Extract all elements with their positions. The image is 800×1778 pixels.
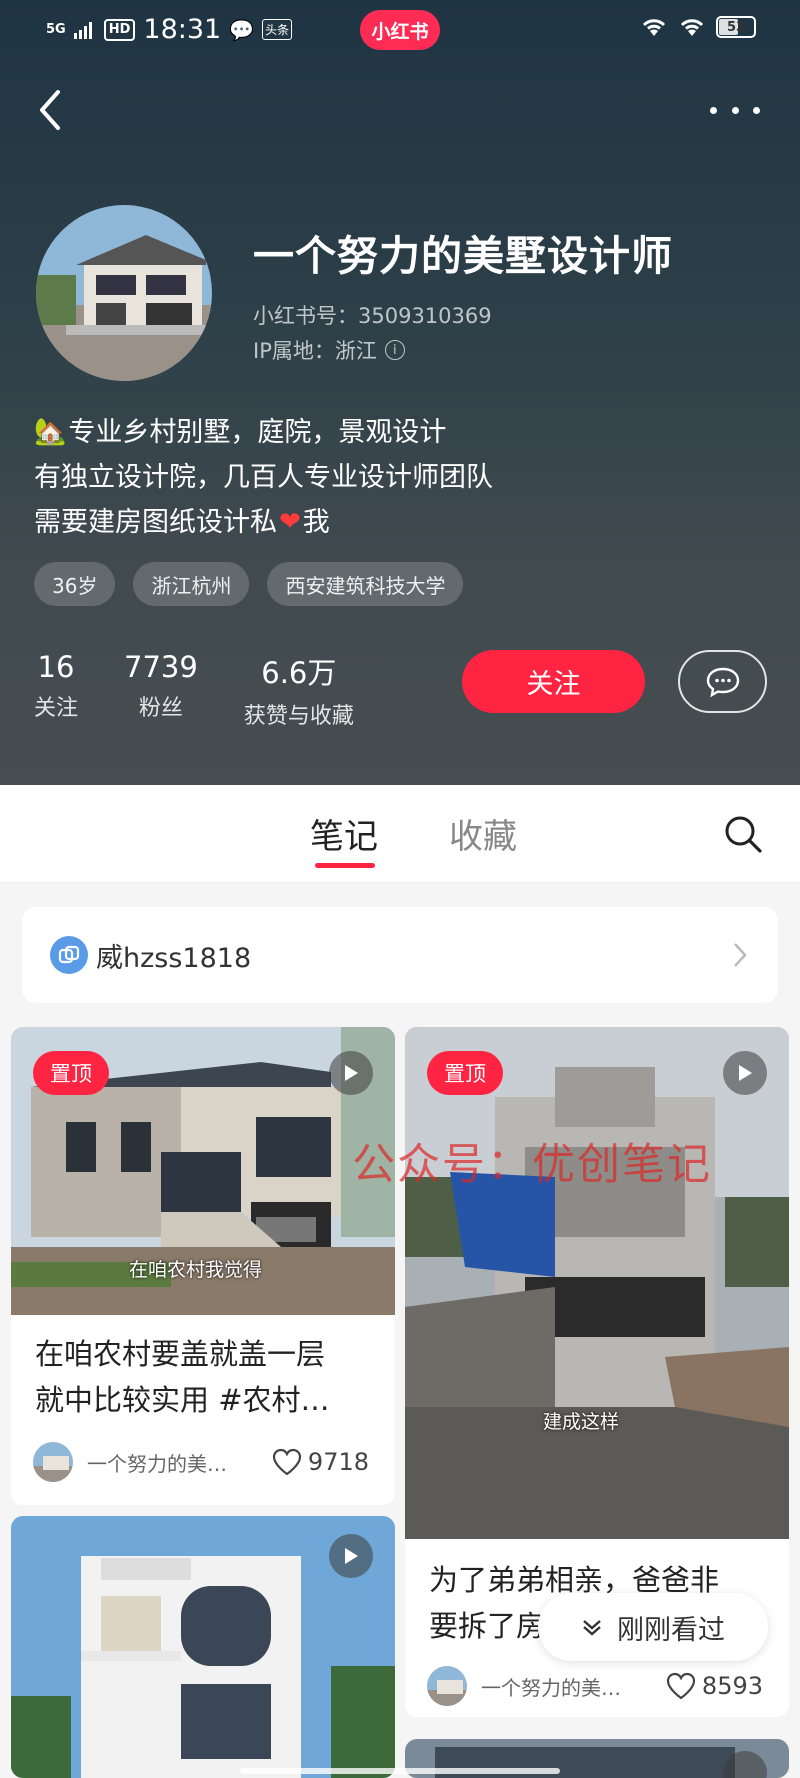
clock: 18:31 xyxy=(143,14,222,45)
like-button[interactable]: 9718 xyxy=(272,1448,369,1476)
chevron-right-icon xyxy=(734,943,747,967)
video-play-icon xyxy=(329,1534,373,1578)
tab-collections[interactable]: 收藏 xyxy=(449,809,517,858)
dot-icon xyxy=(710,106,717,114)
signal-indicator: 5G xyxy=(46,21,66,37)
profile-nickname: 一个努力的美墅设计师 xyxy=(253,232,673,280)
stat-label: 获赞与收藏 xyxy=(243,704,354,729)
wifi-icon-2 xyxy=(680,19,704,36)
bio-text: 专业乡村别墅，庭院，景观设计 xyxy=(68,417,447,448)
video-play-icon xyxy=(723,1051,767,1095)
like-count: 9718 xyxy=(307,1448,369,1476)
profile-tags: 36岁 浙江杭州 西安建筑科技大学 xyxy=(34,562,464,606)
message-button[interactable] xyxy=(678,650,767,713)
note-title-line: 就中比较实用 #农村… xyxy=(35,1383,330,1417)
status-bar: 5G HD 18:31 💬 头条 小红书 53 xyxy=(0,0,800,64)
bio-text: 我 xyxy=(302,507,330,538)
toutiao-badge: 头条 xyxy=(262,19,293,40)
tag-school: 西安建筑科技大学 xyxy=(267,562,464,606)
heart-icon xyxy=(666,1672,696,1700)
note-meta: 一个努力的美… 8593 xyxy=(427,1664,763,1708)
note-card[interactable]: 置顶 在咱农村我觉得 在咱农村要盖就盖一层 就中比较实用 #农村… 一个努力的美… xyxy=(11,1027,395,1505)
tag-age: 36岁 xyxy=(34,562,116,606)
follow-button[interactable]: 关注 xyxy=(462,650,645,713)
back-button[interactable] xyxy=(30,85,70,135)
home-indicator[interactable] xyxy=(240,1768,560,1774)
like-count: 8593 xyxy=(701,1672,763,1700)
video-caption: 建成这样 xyxy=(543,1411,620,1433)
ip-location-text: IP属地：浙江 xyxy=(253,339,377,363)
watermark: 公众号：优创笔记 xyxy=(352,1140,712,1190)
status-left: 5G HD 18:31 💬 头条 xyxy=(46,14,293,45)
chevron-down-icon xyxy=(583,1620,601,1636)
tab-notes[interactable]: 笔记 xyxy=(310,809,378,858)
like-button[interactable]: 8593 xyxy=(666,1672,763,1700)
note-title: 在咱农村要盖就盖一层 就中比较实用 #农村… xyxy=(35,1331,330,1423)
search-icon[interactable] xyxy=(722,813,764,855)
stat-number: 6.6万 xyxy=(261,656,337,690)
battery-icon: 53 xyxy=(716,16,756,38)
contact-text: 威hzss1818 xyxy=(96,942,252,974)
red-id: 小红书号：3509310369 xyxy=(253,304,492,328)
pinned-badge: 置顶 xyxy=(427,1051,503,1095)
villa-avatar-image xyxy=(36,205,212,381)
stat-likes-collections[interactable]: 6.6万 获赞与收藏 xyxy=(244,650,354,730)
more-options-button[interactable] xyxy=(710,95,760,125)
author-name[interactable]: 一个努力的美… xyxy=(481,1672,666,1701)
stat-label: 关注 xyxy=(34,696,79,721)
author-avatar[interactable] xyxy=(33,1442,73,1482)
profile-bio: 🏡 专业乡村别墅，庭院，景观设计 有独立设计院，几百人专业设计师团队 需要建房图… xyxy=(34,410,493,545)
battery-percent: 53 xyxy=(726,19,746,35)
content-tabs: 笔记 收藏 xyxy=(0,785,800,883)
tag-location: 浙江杭州 xyxy=(133,562,250,606)
wifi-icon xyxy=(642,19,666,36)
bio-line: 有独立设计院，几百人专业设计师团队 xyxy=(34,455,493,500)
status-right: 53 xyxy=(640,16,756,38)
stat-followers[interactable]: 7739 粉丝 xyxy=(124,650,198,730)
dot-icon xyxy=(731,106,739,114)
note-card[interactable] xyxy=(11,1516,395,1778)
video-play-icon xyxy=(329,1051,373,1095)
cellular-bars-icon xyxy=(73,21,92,39)
recently-viewed-label: 刚刚看过 xyxy=(617,1614,725,1646)
bio-text: 有独立设计院，几百人专业设计师团队 xyxy=(34,462,493,493)
house-icon: 🏡 xyxy=(34,417,67,447)
app-badge: 小红书 xyxy=(360,10,440,50)
pinned-badge: 置顶 xyxy=(33,1051,109,1095)
bio-line: 🏡 专业乡村别墅，庭院，景观设计 xyxy=(34,410,493,455)
link-icon xyxy=(50,936,88,974)
active-tab-indicator xyxy=(315,863,375,868)
info-icon[interactable]: i xyxy=(384,340,405,360)
hd-badge: HD xyxy=(103,18,136,41)
bio-line: 需要建房图纸设计私 ❤ 我 xyxy=(34,500,493,545)
stat-number: 16 xyxy=(37,650,75,684)
back-arrow-icon xyxy=(40,90,60,130)
profile-header: 5G HD 18:31 💬 头条 小红书 53 一个努力的美墅设计师 小红书号：… xyxy=(0,0,800,785)
note-title-line: 在咱农村要盖就盖一层 xyxy=(35,1337,326,1371)
avatar[interactable] xyxy=(36,205,212,381)
author-name[interactable]: 一个努力的美… xyxy=(87,1448,272,1477)
stat-number: 7739 xyxy=(124,650,198,684)
note-meta: 一个努力的美… 9718 xyxy=(33,1440,369,1484)
author-avatar[interactable] xyxy=(427,1666,467,1706)
chat-bubble-icon xyxy=(706,667,739,697)
bio-text: 需要建房图纸设计私 xyxy=(34,507,277,538)
video-caption: 在咱农村我觉得 xyxy=(129,1259,263,1281)
red-heart-icon: ❤ xyxy=(279,507,301,537)
heart-icon xyxy=(272,1448,302,1476)
contact-bar[interactable]: 威hzss1818 xyxy=(22,907,778,1003)
stat-following[interactable]: 16 关注 xyxy=(34,650,78,730)
ip-location: IP属地：浙江 i xyxy=(253,335,405,365)
wechat-icon: 💬 xyxy=(229,17,255,42)
dot-icon xyxy=(753,106,760,114)
stat-label: 粉丝 xyxy=(138,696,183,721)
recently-viewed-button[interactable]: 刚刚看过 xyxy=(538,1593,768,1661)
profile-stats: 16 关注 7739 粉丝 6.6万 获赞与收藏 xyxy=(34,650,354,730)
note-thumbnail xyxy=(405,1027,789,1539)
